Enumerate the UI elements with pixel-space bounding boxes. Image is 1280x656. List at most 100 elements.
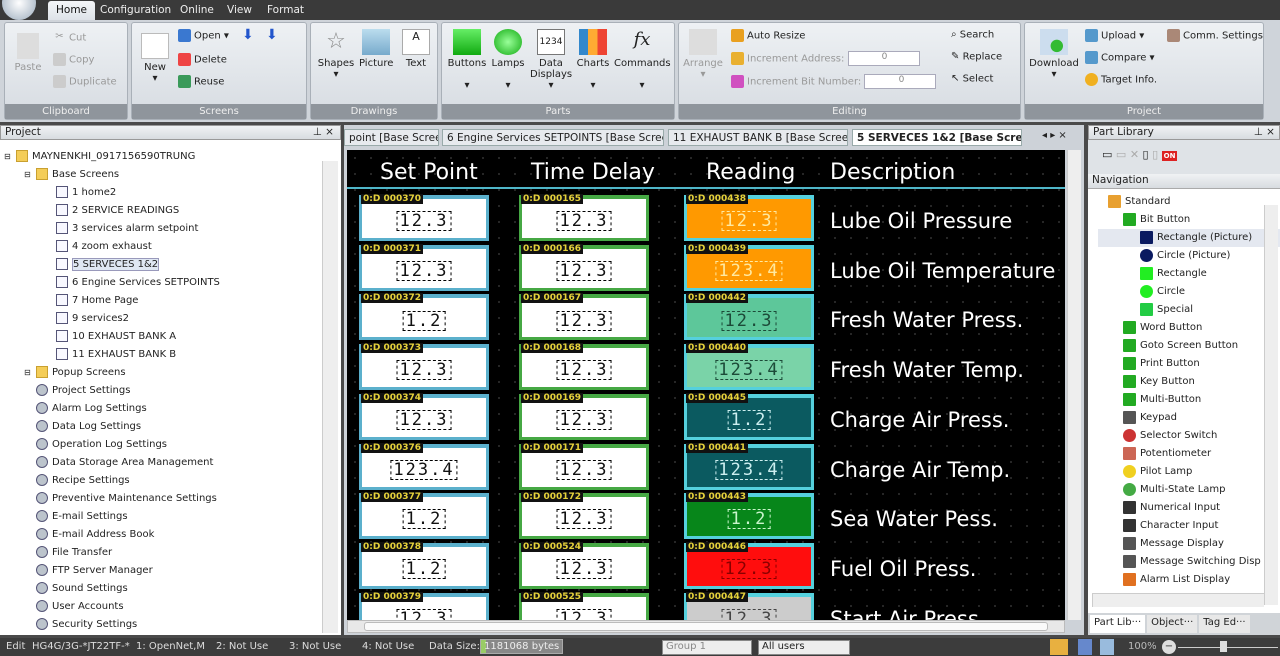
new-part-icon[interactable]: ▭ (1102, 148, 1112, 161)
users-select[interactable]: All users (758, 640, 850, 655)
cut-button[interactable]: ✂ Cut (53, 31, 86, 44)
reuse-button[interactable]: Reuse (178, 75, 224, 88)
time-delay-input[interactable]: 0:D 000166 12.3 (519, 243, 649, 291)
project-tree-item[interactable]: E-mail Settings (4, 508, 324, 526)
set-point-input[interactable]: 0:D 000377 1.2 (359, 492, 489, 540)
tab-online[interactable]: Online (172, 1, 222, 20)
part-tree-item[interactable]: Key Button (1098, 373, 1280, 391)
project-tree-item[interactable]: Alarm Log Settings (4, 400, 324, 418)
set-point-input[interactable]: 0:D 000373 12.3 (359, 343, 489, 391)
part-tree-item[interactable]: Special (1098, 301, 1280, 319)
project-tree-item[interactable]: Sound Settings (4, 580, 324, 598)
tab-configuration[interactable]: Configuration (92, 1, 179, 20)
part-tree-item[interactable]: Alarm List Display (1098, 571, 1280, 589)
project-tree-item[interactable]: Operation Log Settings (4, 436, 324, 454)
pin-close-icons[interactable]: ⊥ × (313, 126, 334, 139)
project-tree-item[interactable]: 11 EXHAUST BANK B (4, 346, 324, 364)
delete-part-icon[interactable]: ✕ (1130, 148, 1139, 161)
reading-display[interactable]: 0:D 000447 12.3 (684, 591, 814, 620)
zoom-out-button[interactable]: − (1162, 640, 1176, 654)
part-tree-item[interactable]: Word Button (1098, 319, 1280, 337)
canvas-vertical-scrollbar[interactable] (1067, 150, 1081, 620)
part-tree-vscrollbar[interactable] (1264, 205, 1278, 605)
next-screen-button[interactable]: ⬇ (266, 27, 278, 43)
comm-settings-button[interactable]: Comm. Settings (1167, 29, 1263, 42)
on-state-icon[interactable]: ON (1161, 151, 1178, 161)
part-tree-item[interactable]: Character Input (1098, 517, 1280, 535)
picture-button[interactable]: Picture (359, 29, 393, 69)
project-tree-item[interactable]: Security Settings (4, 616, 324, 632)
reading-display[interactable]: 0:D 000443 1.2 (684, 492, 814, 540)
tab-home[interactable]: Home (48, 1, 96, 20)
download-button[interactable]: Download ▾ (1029, 29, 1079, 80)
reading-display[interactable]: 0:D 000445 1.2 (684, 392, 814, 440)
edit-part-icon[interactable]: ▭ (1116, 148, 1126, 161)
time-delay-input[interactable]: 0:D 000524 12.3 (519, 541, 649, 589)
lamps-button[interactable]: Lamps ▾ (490, 29, 526, 91)
project-tree-item[interactable]: ⊟ Base Screens (4, 166, 324, 184)
project-tree-item[interactable]: Preventive Maintenance Settings (4, 490, 324, 508)
increment-bit-input[interactable]: 0 (864, 74, 937, 89)
project-tree-scrollbar[interactable] (322, 161, 338, 633)
project-tree-item[interactable]: Data Storage Area Management (4, 454, 324, 472)
replace-button[interactable]: ✎ Replace (951, 51, 1002, 63)
project-tree-item[interactable]: 6 Engine Services SETPOINTS (4, 274, 324, 292)
target-info-button[interactable]: Target Info. (1085, 73, 1157, 86)
set-point-input[interactable]: 0:D 000370 12.3 (359, 194, 489, 241)
zoom-slider[interactable] (1178, 647, 1278, 648)
reading-display[interactable]: 0:D 000440 123.4 (684, 343, 814, 391)
part-tree-item[interactable]: Multi-Button (1098, 391, 1280, 409)
project-tree-item[interactable]: E-mail Address Book (4, 526, 324, 544)
time-delay-input[interactable]: 0:D 000525 12.3 (519, 591, 649, 620)
part-tree-item[interactable]: Print Button (1098, 355, 1280, 373)
layout-view-icon[interactable] (1050, 639, 1068, 655)
expand-toggle-icon[interactable]: ⊟ (24, 364, 31, 382)
project-tree-item[interactable]: User Accounts (4, 598, 324, 616)
project-tree-item[interactable]: 1 home2 (4, 184, 324, 202)
part-tree-item[interactable]: Potentiometer (1098, 445, 1280, 463)
expand-toggle-icon[interactable]: ⊟ (24, 166, 31, 184)
canvas-horizontal-scrollbar[interactable] (347, 620, 1065, 633)
time-delay-input[interactable]: 0:D 000165 12.3 (519, 194, 649, 241)
part-tree-item[interactable]: Rectangle (Picture) (1098, 229, 1280, 247)
set-point-input[interactable]: 0:D 000372 1.2 (359, 293, 489, 341)
export-part-icon[interactable]: ▯ (1152, 148, 1158, 161)
grid-view-icon[interactable] (1078, 639, 1092, 655)
text-button[interactable]: AText (399, 29, 433, 69)
expand-toggle-icon[interactable]: ⊟ (4, 148, 11, 166)
increment-address-input[interactable]: 0 (847, 51, 920, 66)
set-point-input[interactable]: 0:D 000376 123.4 (359, 442, 489, 490)
part-tree-item[interactable]: Numerical Input (1098, 499, 1280, 517)
duplicate-button[interactable]: Duplicate (53, 75, 117, 88)
project-tree-item[interactable]: 7 Home Page (4, 292, 324, 310)
paste-button[interactable]: Paste (13, 33, 43, 73)
tab-tag-editor[interactable]: Tag Ed··· (1199, 615, 1250, 633)
upload-button[interactable]: Upload ▾ (1085, 29, 1144, 42)
time-delay-input[interactable]: 0:D 000169 12.3 (519, 392, 649, 440)
delete-button[interactable]: Delete (178, 53, 227, 66)
preview-icon[interactable] (1100, 639, 1114, 655)
group-select[interactable]: Group 1 (662, 640, 752, 655)
pin-close-icons[interactable]: ⊥ × (1254, 126, 1275, 139)
new-screen-button[interactable]: New ▾ (140, 33, 170, 84)
previous-screen-button[interactable]: ⬇ (242, 27, 254, 43)
tab-object[interactable]: Object··· (1147, 615, 1198, 633)
data-displays-button[interactable]: 1234 Data Displays ▾ (530, 29, 572, 91)
app-logo-button[interactable] (2, 0, 36, 20)
arrange-button[interactable]: Arrange ▾ (683, 29, 723, 80)
part-tree-item[interactable]: Goto Screen Button (1098, 337, 1280, 355)
search-button[interactable]: ⌕ Search (951, 29, 994, 41)
tab-format[interactable]: Format (259, 1, 312, 20)
time-delay-input[interactable]: 0:D 000167 12.3 (519, 293, 649, 341)
compare-button[interactable]: Compare ▾ (1085, 51, 1155, 64)
project-tree-item[interactable]: 2 SERVICE READINGS (4, 202, 324, 220)
part-tree-item[interactable]: Circle (Picture) (1098, 247, 1280, 265)
part-tree-item[interactable]: Circle (1098, 283, 1280, 301)
part-tree-item[interactable]: Rectangle (1098, 265, 1280, 283)
select-button[interactable]: ↖ Select (951, 73, 993, 85)
project-tree-item[interactable]: Data Log Settings (4, 418, 324, 436)
part-tree-hscrollbar[interactable] (1092, 593, 1264, 607)
reading-display[interactable]: 0:D 000439 123.4 (684, 243, 814, 291)
hmi-screen-canvas[interactable]: Set Point Time Delay Reading Description… (347, 150, 1065, 620)
set-point-input[interactable]: 0:D 000379 12.3 (359, 591, 489, 620)
